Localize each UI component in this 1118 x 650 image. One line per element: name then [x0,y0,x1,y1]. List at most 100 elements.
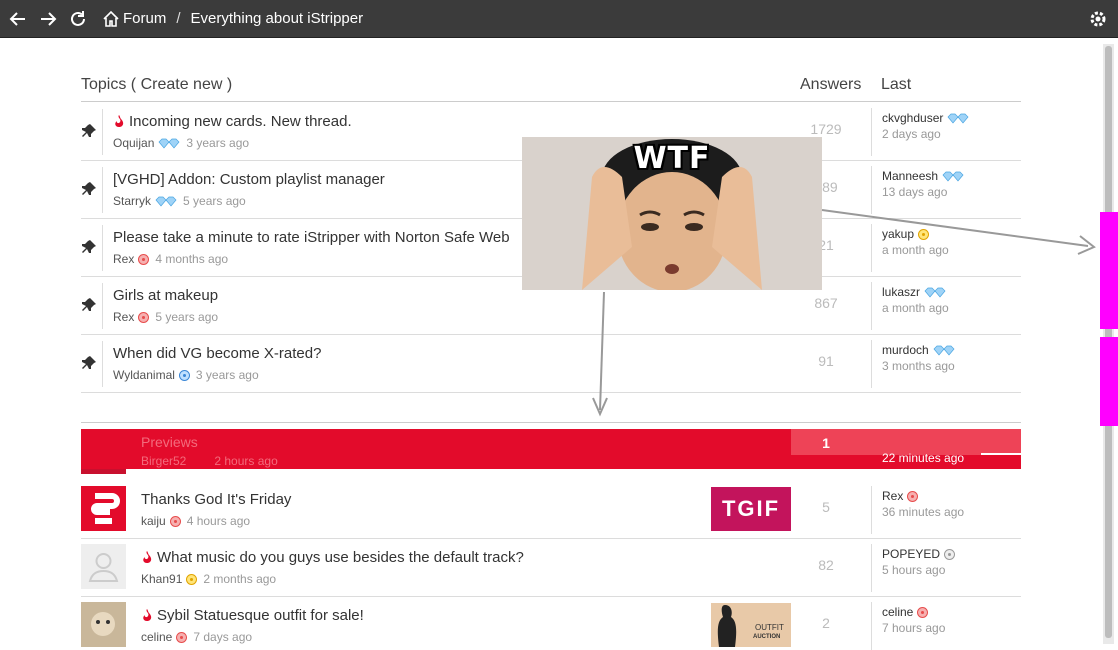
previews-answer-count: 1 [822,435,830,451]
thread-row[interactable]: What music do you guys use besides the d… [81,539,1021,597]
badge-icon [917,606,929,618]
thread-thumbnail [81,486,126,531]
topic-author[interactable]: Rex [113,310,134,324]
last-post: murdoch 3 months ago [871,340,1021,388]
divider [102,167,103,213]
previews-meta: Birger52 2 hours ago [141,454,278,468]
divider [102,225,103,271]
avatar-placeholder-icon [81,544,126,589]
previews-row[interactable]: Previews Birger52 2 hours ago 1 22 minute… [81,429,1021,474]
arrowhead-previews [592,397,608,417]
divider [102,283,103,329]
topic-meta: kaiju 4 hours ago [141,514,250,528]
topic-title[interactable]: Please take a minute to rate iStripper w… [113,229,510,246]
thread-row[interactable]: Thanks God It's Friday kaiju 4 hours ago … [81,481,1021,539]
gear-icon[interactable] [1088,9,1108,29]
breadcrumb-forum[interactable]: Forum [123,10,166,27]
previews-title[interactable]: Previews [141,434,198,450]
badge-icon [138,253,150,265]
topic-title[interactable]: Incoming new cards. New thread. [113,113,352,130]
reload-button[interactable] [66,7,90,31]
topic-title[interactable]: [VGHD] Addon: Custom playlist manager [113,171,385,188]
last-user[interactable]: celine [882,605,913,619]
diamond-icon [158,138,180,149]
answer-count: 91 [818,353,834,369]
side-tab-2[interactable] [1100,337,1118,426]
breadcrumb-separator: / [176,10,181,27]
topic-age: 2 months ago [203,572,277,586]
topic-age: 5 years ago [183,194,246,208]
pinned-row[interactable]: When did VG become X-rated? Wyldanimal 3 … [81,335,1021,393]
topic-meta: Oquijan 3 years ago [113,136,249,150]
pin-icon [82,240,96,253]
last-user[interactable]: lukaszr [882,285,920,299]
topic-age: 4 hours ago [186,514,251,528]
outfit-auction-promo[interactable]: OUTFIT AUCTION [711,603,791,647]
side-tab-1[interactable] [1100,212,1118,329]
topic-author[interactable]: Starryk [113,194,151,208]
meme-overlay: WTF [522,137,822,290]
topic-age: 7 days ago [193,630,253,644]
last-user[interactable]: Rex [882,489,903,503]
breadcrumb-current: Everything about iStripper [190,10,364,27]
diamond-icon [155,196,177,207]
last-user[interactable]: Manneesh [882,169,938,183]
last-user[interactable]: yakup [882,227,914,241]
last-user[interactable]: murdoch [882,343,929,357]
topic-author[interactable]: kaiju [141,514,166,528]
divider [102,341,103,387]
topic-title[interactable]: When did VG become X-rated? [113,345,321,362]
home-icon[interactable] [102,10,120,27]
topic-title[interactable]: Thanks God It's Friday [141,491,291,508]
divider [102,109,103,155]
last-age: 7 hours ago [882,621,946,635]
badge-icon [138,311,150,323]
hot-icon [143,551,152,563]
badge-icon [169,515,181,527]
arrow-left-icon [9,11,25,26]
topic-author[interactable]: Rex [113,252,134,266]
topic-meta: Starryk 5 years ago [113,194,246,208]
topic-author[interactable]: Khan91 [141,572,182,586]
pin-icon [82,298,96,311]
reload-icon [71,10,85,26]
hot-icon [143,609,152,621]
highlight-line [981,453,1021,455]
section-divider [81,422,1021,423]
topic-title[interactable]: Girls at makeup [113,287,218,304]
diamond-icon [947,113,969,124]
badge-icon [918,228,930,240]
answer-count: 82 [818,557,834,573]
last-age: a month ago [882,301,949,315]
arrowhead-side-tab [1077,235,1096,255]
last-post: lukaszr a month ago [871,282,1021,330]
forward-button[interactable] [36,7,60,31]
last-user[interactable]: ckvghduser [882,111,943,125]
topics-heading[interactable]: Topics ( Create new ) [81,76,232,94]
last-user[interactable]: POPEYED [882,547,940,561]
topic-author[interactable]: Oquijan [113,136,154,150]
previews-last-age: 22 minutes ago [882,451,965,465]
topic-author[interactable]: Wyldanimal [113,368,175,382]
topic-meta: Khan91 2 months ago [141,572,276,586]
last-age: 5 hours ago [882,563,946,577]
topic-title[interactable]: What music do you guys use besides the d… [141,549,524,566]
badge-icon [186,573,198,585]
topic-author[interactable]: celine [141,630,172,644]
topic-meta: celine 7 days ago [141,630,252,644]
tgif-promo-image[interactable]: TGIF [711,487,791,531]
topic-title[interactable]: Sybil Statuesque outfit for sale! [141,607,364,624]
previews-author[interactable]: Birger52 [141,454,186,468]
answers-heading: Answers [800,76,862,93]
answer-count: 867 [814,295,838,311]
last-post: POPEYED 5 hours ago [871,544,1021,592]
back-button[interactable] [6,7,30,31]
meme-caption: WTF [633,141,711,176]
last-post: celine 7 hours ago [871,602,1021,650]
answer-count: 2 [822,615,830,631]
top-bar: Forum / Everything about iStripper [0,0,1118,38]
last-post: yakup a month ago [871,224,1021,272]
topics-header: Topics ( Create new ) Answers Last [81,76,1021,102]
thread-row[interactable]: Sybil Statuesque outfit for sale! celine… [81,597,1021,650]
badge-icon [176,631,188,643]
